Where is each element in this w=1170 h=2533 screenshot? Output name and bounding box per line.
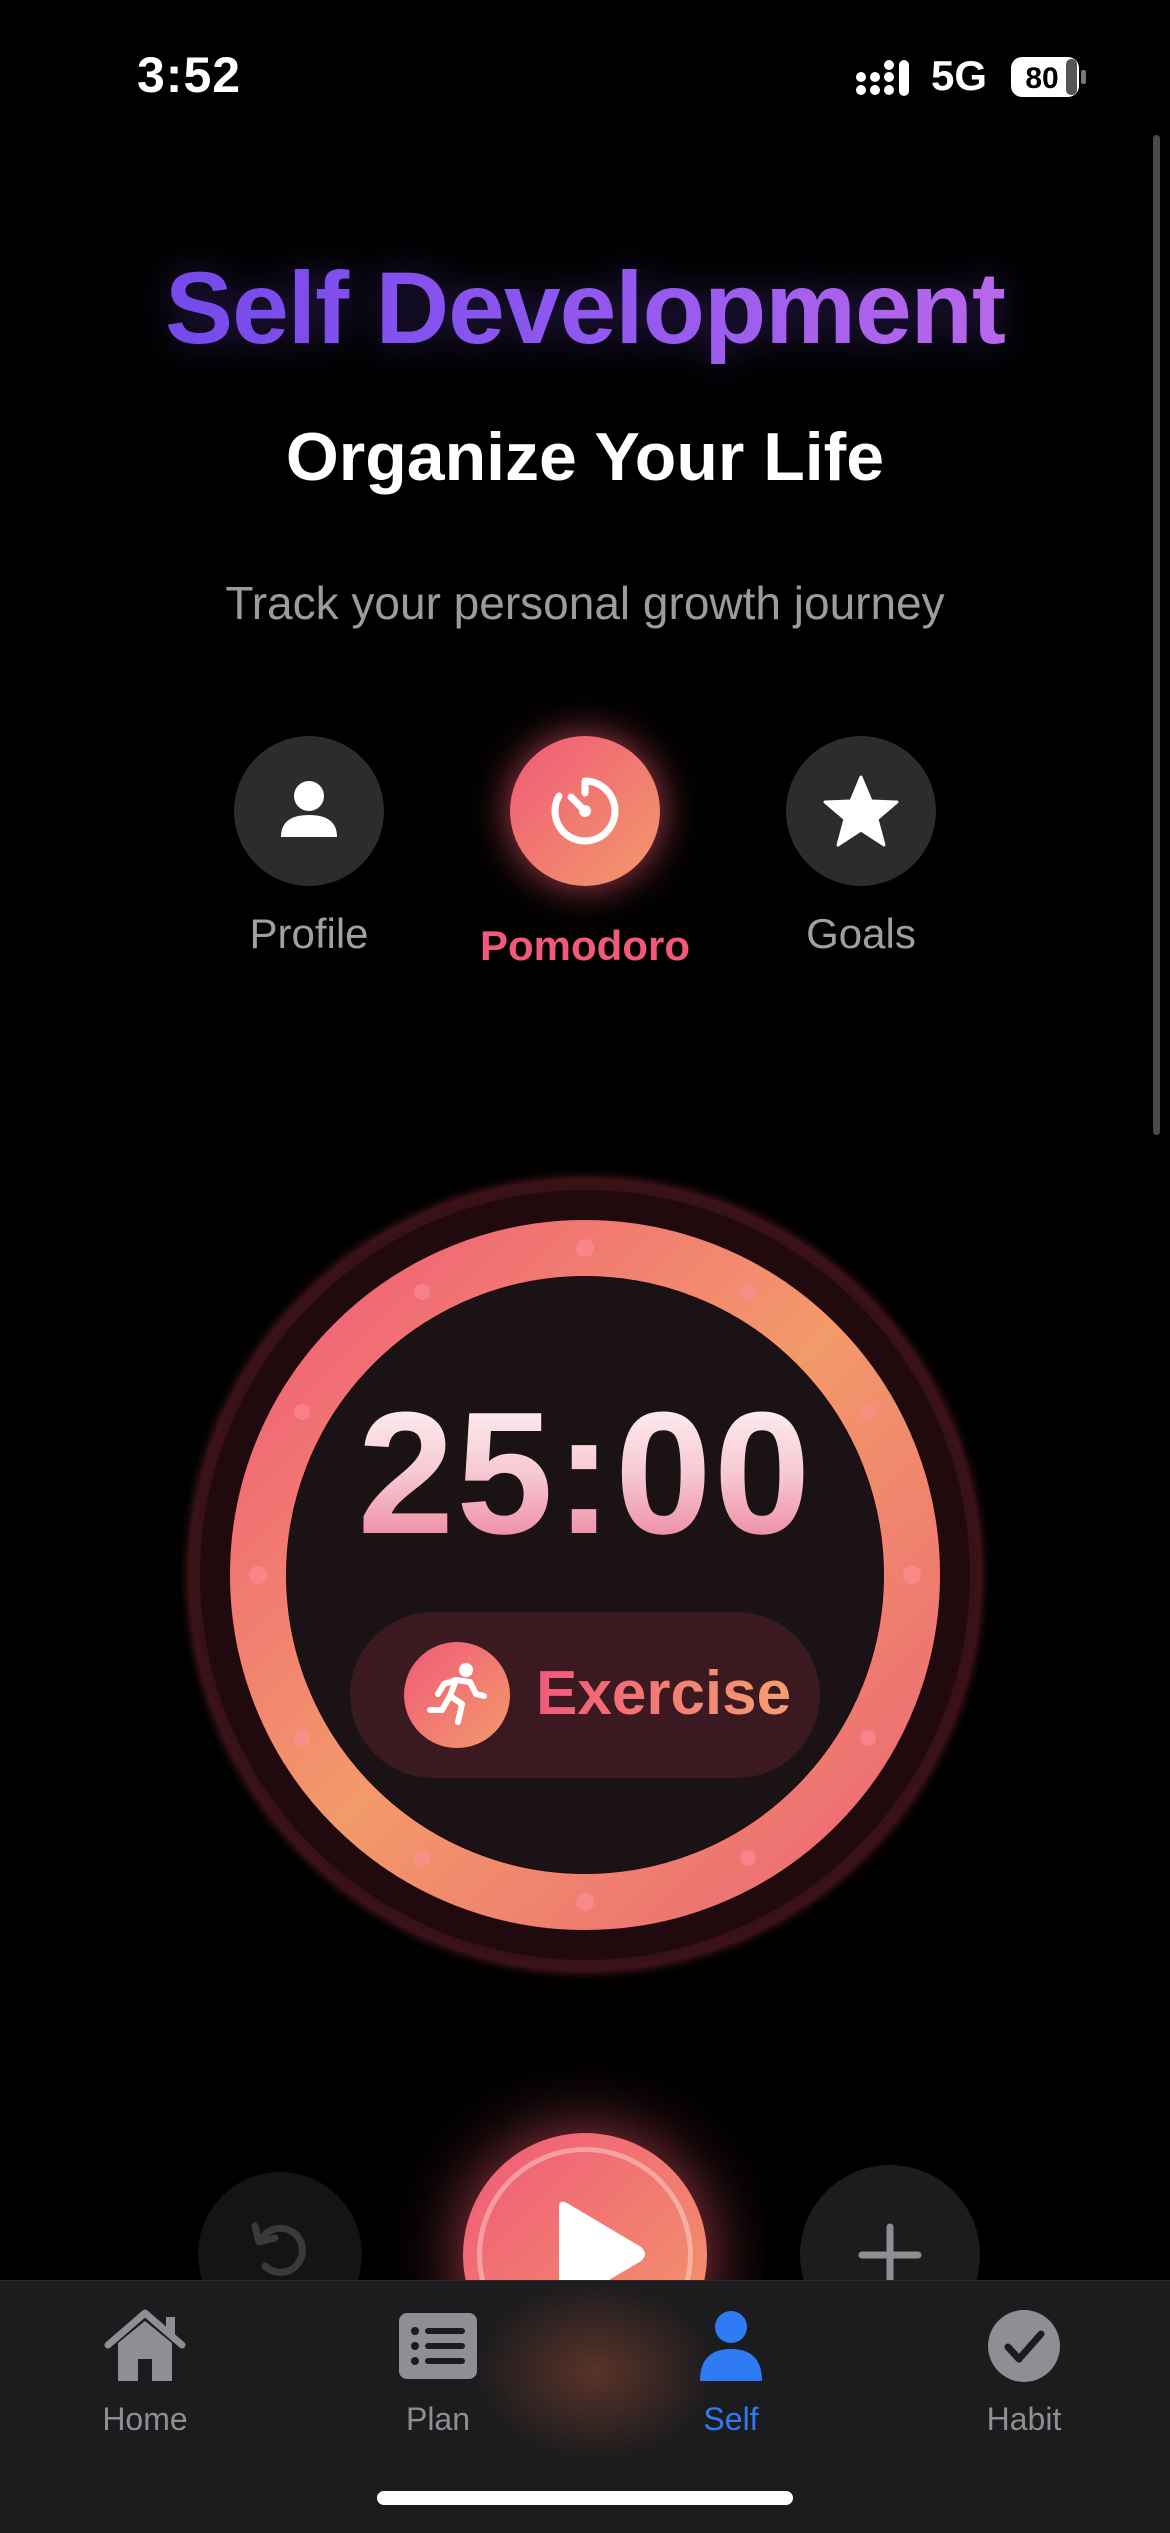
mode-profile-button[interactable] [234, 736, 384, 886]
mode-goals-label: Goals [806, 910, 916, 957]
mode-pomodoro-button[interactable] [510, 736, 660, 886]
plus-icon [858, 2223, 922, 2287]
star-icon [823, 775, 899, 847]
person-icon [700, 2311, 762, 2381]
battery-icon: 80 [1011, 57, 1086, 97]
category-selector[interactable]: Exercise [350, 1612, 820, 1778]
category-label: Exercise [536, 1659, 792, 1728]
mode-profile-label: Profile [249, 910, 369, 957]
checkmark-icon [988, 2310, 1060, 2382]
page-tagline: Track your personal growth journey [225, 577, 945, 629]
page-title: Self Development [0, 250, 1170, 367]
tab-habit-label: Habit [986, 2401, 1062, 2437]
home-indicator[interactable] [377, 2491, 793, 2505]
person-icon [281, 781, 337, 837]
tab-habit[interactable]: Habit [924, 2307, 1124, 2438]
page-subtitle: Organize Your Life [285, 419, 885, 495]
tab-plan-label: Plan [405, 2401, 471, 2437]
category-icon-badge [404, 1642, 510, 1748]
tab-self-label: Self [703, 2401, 759, 2437]
timer-display: 25:00 [0, 1372, 1170, 1573]
tab-self[interactable]: Self [631, 2307, 831, 2438]
battery-percent: 80 [1025, 62, 1058, 95]
status-time: 3:52 [137, 47, 242, 103]
timer-icon [551, 777, 619, 845]
cellular-signal-icon [856, 60, 909, 96]
house-icon [104, 2309, 186, 2381]
mode-pomodoro-label: Pomodoro [480, 922, 690, 969]
mode-goals-button[interactable] [786, 736, 936, 886]
tab-home[interactable]: Home [45, 2307, 245, 2438]
tab-home-label: Home [102, 2401, 188, 2437]
reset-icon [251, 2222, 306, 2276]
running-icon [427, 1663, 487, 1725]
timer-ring [177, 1167, 993, 1983]
list-icon [399, 2313, 477, 2379]
tab-plan[interactable]: Plan [338, 2307, 538, 2438]
network-type: 5G [931, 52, 988, 99]
